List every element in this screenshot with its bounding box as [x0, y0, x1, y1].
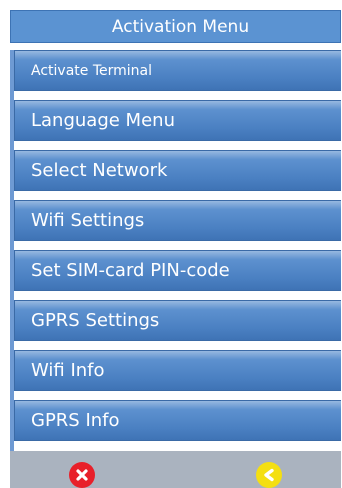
menu-item-select-network[interactable]: Select Network [14, 150, 341, 191]
cancel-button[interactable] [69, 462, 95, 488]
bottom-bar [10, 451, 341, 488]
menu-item-gprs-settings[interactable]: GPRS Settings [14, 300, 341, 341]
menu-item-wifi-settings[interactable]: Wifi Settings [14, 200, 341, 241]
menu-item-label: Select Network [31, 160, 168, 181]
menu-item-label: Wifi Settings [31, 210, 145, 231]
menu-item-label: Activate Terminal [31, 62, 152, 79]
menu-item-label: GPRS Settings [31, 310, 160, 331]
back-button[interactable] [256, 462, 282, 488]
menu-item-gprs-info[interactable]: GPRS Info [14, 400, 341, 441]
menu-item-wifi-info[interactable]: Wifi Info [14, 350, 341, 391]
menu-item-label: GPRS Info [31, 410, 120, 431]
menu-item-set-sim-pin[interactable]: Set SIM-card PIN-code [14, 250, 341, 291]
title-bar: Activation Menu [10, 10, 341, 43]
menu-item-language-menu[interactable]: Language Menu [14, 100, 341, 141]
menu-item-label: Set SIM-card PIN-code [31, 260, 230, 281]
close-icon [76, 469, 88, 481]
menu-item-label: Wifi Info [31, 360, 105, 381]
back-arrow-icon [264, 468, 274, 482]
menu-item-activate-terminal[interactable]: Activate Terminal [14, 50, 341, 91]
menu-item-label: Language Menu [31, 110, 175, 131]
page-title: Activation Menu [111, 16, 250, 37]
device-screen: Activation Menu Activate Terminal Langua… [10, 10, 341, 488]
